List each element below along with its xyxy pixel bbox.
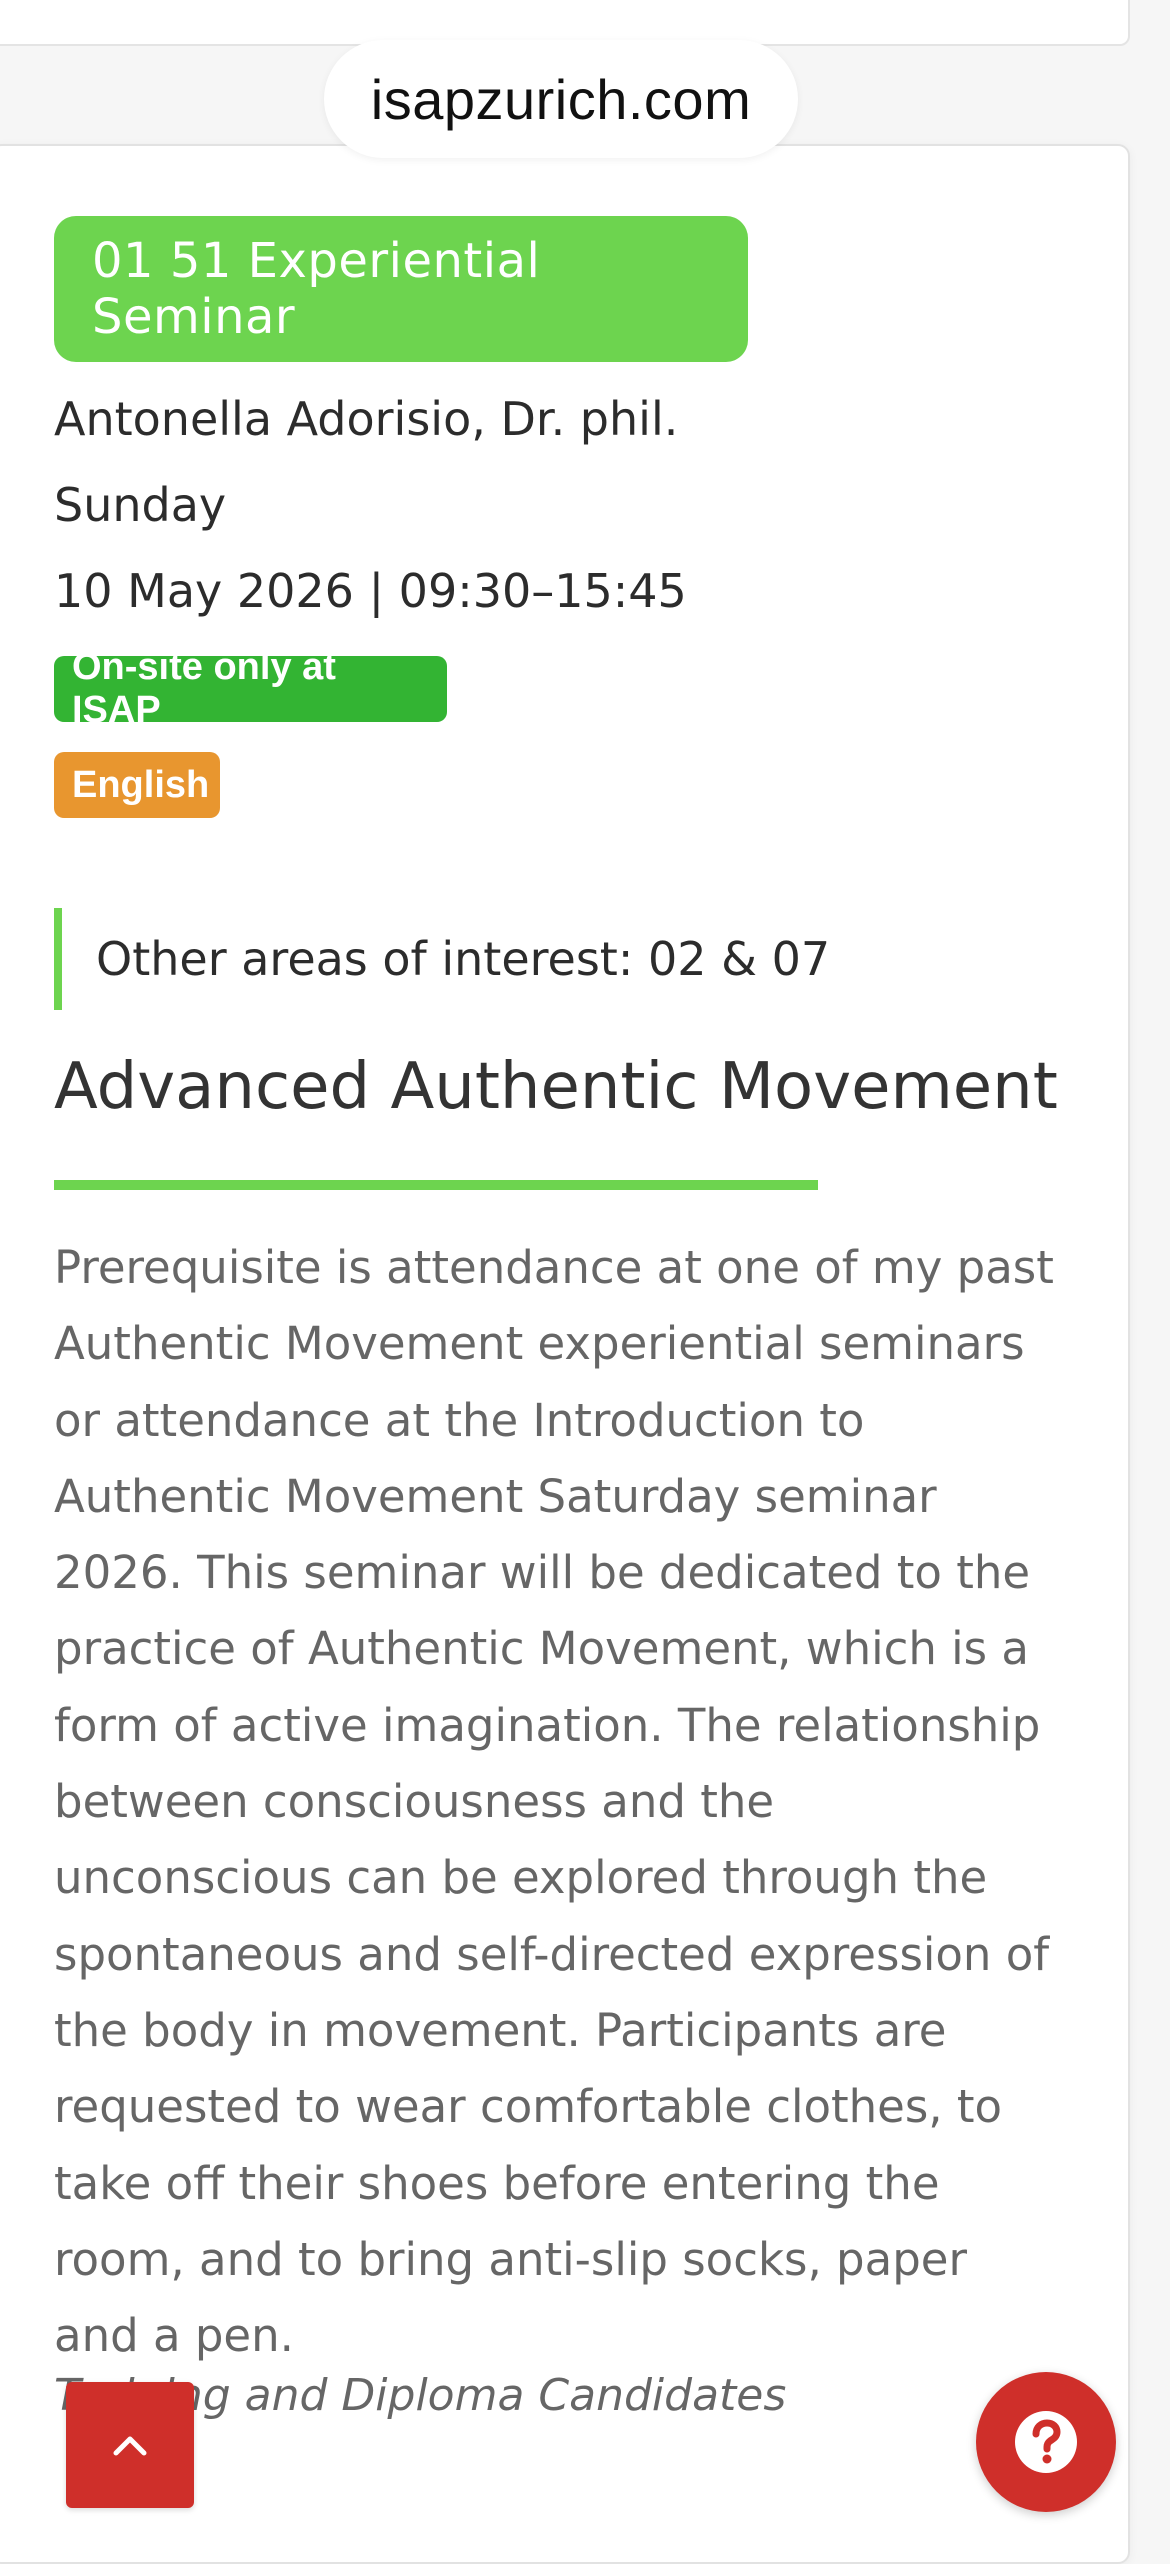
event-datetime: 10 May 2026 | 09:30–15:45 xyxy=(54,564,687,618)
location-badge: On-site only at ISAP xyxy=(54,646,447,731)
chevron-up-icon xyxy=(113,2436,147,2456)
event-title: Advanced Authentic Movement xyxy=(54,1050,1058,1124)
question-circle-icon xyxy=(1015,2411,1077,2473)
other-interests-note: Other areas of interest: 02 & 07 xyxy=(54,908,954,1010)
instructor-name: Antonella Adorisio, Dr. phil. xyxy=(54,392,679,446)
scroll-to-top-button[interactable] xyxy=(66,2382,194,2508)
event-description: Prerequisite is attendance at one of my … xyxy=(54,1241,1054,2363)
help-button[interactable] xyxy=(976,2372,1116,2512)
event-day: Sunday xyxy=(54,478,227,532)
title-underline xyxy=(54,1180,818,1190)
url-text: isapzurich.com xyxy=(370,67,752,131)
category-badge[interactable]: 01 51 Experiential Seminar xyxy=(54,216,748,362)
language-badge: English xyxy=(54,752,220,818)
address-bar[interactable]: isapzurich.com xyxy=(324,40,798,158)
